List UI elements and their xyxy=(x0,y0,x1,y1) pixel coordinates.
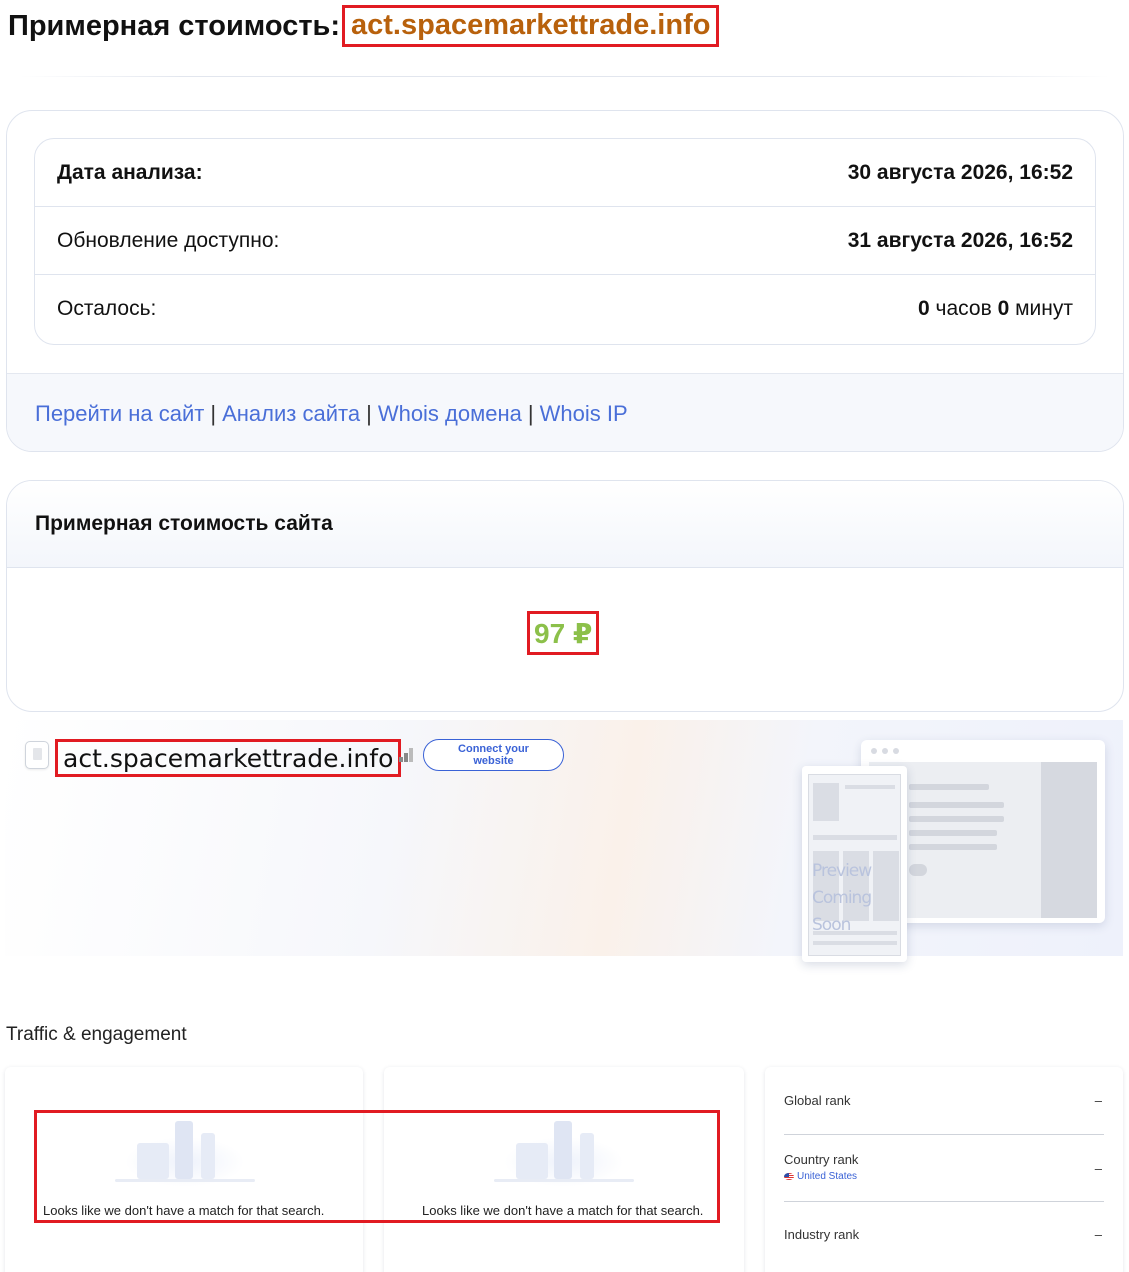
empty-state-illustration-icon xyxy=(115,1117,255,1187)
update-available-label: Обновление доступно: xyxy=(57,228,280,252)
preview-line-2: Coming Soon xyxy=(812,888,872,935)
site-value-title: Примерная стоимость сайта xyxy=(7,481,1123,568)
traffic-panel-visits: Looks like we don't have a match for tha… xyxy=(5,1067,363,1272)
traffic-section-title: Traffic & engagement xyxy=(6,1024,187,1045)
link-separator: | xyxy=(210,400,217,426)
link-separator: | xyxy=(527,400,534,426)
industry-rank-row: Industry rank – xyxy=(784,1202,1104,1262)
links-bar: Перейти на сайт | Анализ сайта | Whois д… xyxy=(7,373,1123,451)
favicon-icon xyxy=(25,741,49,769)
remaining-hours: 0 xyxy=(918,297,930,320)
analysis-date-value: 30 августа 2026, 16:52 xyxy=(847,160,1073,184)
analysis-date-row: Дата анализа: 30 августа 2026, 16:52 xyxy=(35,139,1095,207)
remaining-minutes-unit: минут xyxy=(1015,297,1073,320)
remaining-row: Осталось: 0 часов 0 минут xyxy=(35,275,1095,343)
page-title-domain: act.spacemarkettrade.info xyxy=(342,5,720,47)
preview-line-1: Preview xyxy=(812,861,872,881)
site-analysis-link[interactable]: Анализ сайта xyxy=(222,401,360,427)
update-available-value: 31 августа 2026, 16:52 xyxy=(847,228,1073,252)
remaining-label: Осталось: xyxy=(57,297,157,320)
remaining-hours-unit: часов xyxy=(935,297,992,320)
rank-panel: Global rank – Country rank – United Stat… xyxy=(765,1067,1123,1272)
signal-bars-icon xyxy=(399,748,415,762)
whois-domain-link[interactable]: Whois домена xyxy=(378,401,522,427)
connect-line-1: Connect your xyxy=(458,743,529,755)
mobile-preview-mockup: Preview Coming Soon xyxy=(802,766,907,962)
title-divider xyxy=(20,76,1110,77)
goto-site-link[interactable]: Перейти на сайт xyxy=(35,401,204,427)
global-rank-label: Global rank xyxy=(784,1093,851,1108)
analysis-table: Дата анализа: 30 августа 2026, 16:52 Обн… xyxy=(34,138,1096,345)
country-rank-value: – xyxy=(1094,1161,1102,1176)
page-title: Примерная стоимость: act.spacemarkettrad… xyxy=(8,5,720,47)
country-rank-label: Country rank xyxy=(784,1152,859,1167)
empty-state-message: Looks like we don't have a match for tha… xyxy=(43,1203,325,1218)
country-rank-row: Country rank – United States xyxy=(784,1135,1104,1202)
site-overview-hero: act.spacemarkettrade.info Connect your w… xyxy=(5,720,1123,962)
us-flag-icon xyxy=(784,1173,794,1180)
empty-state-illustration-icon xyxy=(494,1117,634,1187)
connect-line-2: website xyxy=(473,755,514,767)
remaining-minutes: 0 xyxy=(997,297,1010,320)
empty-state-message: Looks like we don't have a match for tha… xyxy=(422,1203,704,1218)
industry-rank-label: Industry rank xyxy=(784,1227,860,1242)
country-rank-country[interactable]: United States xyxy=(784,1171,857,1182)
global-rank-row: Global rank – xyxy=(784,1075,1104,1135)
link-separator: | xyxy=(366,400,372,426)
remaining-value: 0 часов 0 минут xyxy=(918,297,1073,321)
site-value-price: 97 ₽ xyxy=(527,611,600,655)
page-title-prefix: Примерная стоимость: xyxy=(8,9,341,42)
analysis-date-label: Дата анализа: xyxy=(57,160,203,184)
country-name: United States xyxy=(797,1171,858,1182)
hero-domain: act.spacemarkettrade.info xyxy=(55,739,402,777)
preview-coming-soon: Preview Coming Soon xyxy=(812,858,907,939)
analysis-card: Дата анализа: 30 августа 2026, 16:52 Обн… xyxy=(6,110,1124,452)
traffic-panel-engagement: Looks like we don't have a match for tha… xyxy=(384,1067,744,1272)
industry-rank-value: – xyxy=(1094,1227,1102,1242)
update-available-row: Обновление доступно: 31 августа 2026, 16… xyxy=(35,207,1095,275)
connect-website-button[interactable]: Connect your website xyxy=(423,739,564,771)
global-rank-value: – xyxy=(1094,1093,1102,1108)
site-value-card: Примерная стоимость сайта 97 ₽ xyxy=(6,480,1124,712)
whois-ip-link[interactable]: Whois IP xyxy=(540,401,628,427)
